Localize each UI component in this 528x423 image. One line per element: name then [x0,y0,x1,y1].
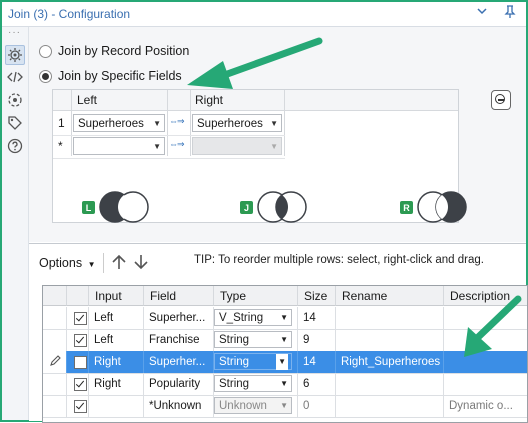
field-cell: Franchise [144,329,214,351]
field-column-header[interactable]: Field [144,286,214,306]
input-cell [89,395,144,417]
options-label: Options [39,256,83,270]
description-cell[interactable] [444,373,527,395]
right-unjoined-output[interactable]: R [399,190,471,227]
record-position-radio[interactable] [39,44,52,58]
join-configuration-panel: Join by Record Position Join by Specific… [29,27,526,242]
join-grid-right-header: Right [195,93,224,107]
dropdown-caret-icon: ▼ [153,142,161,151]
join-row-new: * [58,139,63,153]
rename-cell[interactable] [336,373,444,395]
include-checkbox[interactable] [74,400,87,413]
dropdown-caret-icon: ▼ [280,401,288,410]
include-checkbox[interactable] [74,378,87,391]
left-unjoined-output[interactable]: L [81,190,153,227]
table-row[interactable]: Right Popularity String ▼ 6 [43,373,527,396]
reorder-tip: TIP: To reorder multiple rows: select, r… [194,254,484,266]
type-select[interactable]: V_String ▼ [214,309,292,326]
type-select[interactable]: String ▼ [214,353,292,370]
size-cell[interactable]: 9 [298,329,336,351]
help-icon[interactable] [6,137,24,155]
annotation-arrow-icon [187,37,323,89]
dropdown-caret-icon: ▼ [270,119,278,128]
input-cell: Left [89,307,144,329]
size-cell[interactable]: 6 [298,373,336,395]
size-cell[interactable]: 14 [298,307,336,329]
specific-fields-option[interactable]: Join by Specific Fields [39,69,182,83]
dropdown-caret-icon: ▼ [280,379,288,388]
record-position-option[interactable]: Join by Record Position [39,44,189,58]
move-up-icon[interactable] [111,253,127,274]
type-select[interactable]: String ▼ [214,375,292,392]
right-field-select[interactable]: Superheroes ▼ [192,114,282,132]
title-bar: Join (3) - Configuration [2,2,526,27]
code-icon[interactable] [6,68,24,86]
sidebar: ··· [2,27,29,420]
field-cell: *Unknown [144,395,214,417]
dropdown-caret-icon: ▼ [153,119,161,128]
input-cell: Right [89,351,144,373]
size-cell[interactable]: 14 [298,351,336,373]
left-output-letter: L [86,203,92,213]
checkbox-header [67,286,89,306]
specific-fields-label: Join by Specific Fields [58,69,182,83]
dropdown-caret-icon: ▼ [87,260,96,269]
join-grid-left-header: Left [77,93,98,107]
options-menu-button[interactable]: Options ▼ [39,256,96,270]
chevron-down-icon[interactable] [474,5,490,21]
right-output-letter: R [403,203,410,213]
input-cell: Left [89,329,144,351]
left-field-select[interactable]: Superheroes ▼ [73,114,165,132]
type-select[interactable]: Unknown ▼ [214,397,292,414]
rename-column-header[interactable]: Rename [336,286,444,306]
pin-icon[interactable] [502,5,518,21]
edit-pencil-icon [48,354,62,373]
field-cell: Superher... [144,351,214,373]
include-checkbox[interactable] [74,312,87,325]
join-output[interactable]: J [239,190,311,227]
specific-fields-radio[interactable] [39,69,52,83]
join-fields-grid: Left Right 1 Superheroes ▼ ⇔⇒ Superheroe… [52,89,467,223]
right-field-select-new: ▼ [192,137,282,155]
left-field-value: Superheroes [78,118,144,130]
input-cell: Right [89,373,144,395]
swap-arrows-icon[interactable]: ⇔⇒ [169,139,185,150]
join-output-letter: J [244,203,249,213]
move-down-icon[interactable] [133,253,149,274]
description-cell[interactable]: Dynamic o... [444,395,527,417]
window-title: Join (3) - Configuration [8,7,131,21]
field-cell: Popularity [144,373,214,395]
type-column-header[interactable]: Type [214,286,298,306]
record-position-label: Join by Record Position [58,44,190,58]
rename-cell[interactable] [336,329,444,351]
include-checkbox[interactable] [74,356,87,369]
rename-cell[interactable] [336,307,444,329]
field-cell: Superher... [144,307,214,329]
table-row[interactable]: *Unknown Unknown ▼ 0 Dynamic o... [43,395,527,418]
annotation-arrow-icon [464,295,522,357]
size-cell[interactable]: 0 [298,395,336,417]
size-column-header[interactable]: Size [298,286,336,306]
configuration-window: Join (3) - Configuration ··· Join by Rec… [0,0,528,423]
type-select[interactable]: String ▼ [214,331,292,348]
select-fields-panel: Options ▼ TIP: To reorder multiple rows:… [29,243,528,423]
dropdown-caret-icon: ▼ [270,142,278,151]
dropdown-caret-icon: ▼ [276,354,288,370]
gear-icon[interactable] [5,45,25,65]
input-column-header[interactable]: Input [89,286,144,306]
row-indicator-header [43,286,67,306]
include-checkbox[interactable] [74,334,87,347]
dropdown-caret-icon: ▼ [280,335,288,344]
tag-icon[interactable] [6,114,24,132]
remove-row-button[interactable] [491,90,511,110]
right-field-value: Superheroes [197,118,263,130]
join-row-number: 1 [58,116,65,130]
dropdown-caret-icon: ▼ [280,313,288,322]
left-field-select-new[interactable]: ▼ [73,137,165,155]
more-dots-icon[interactable]: ··· [8,27,21,38]
annotation-icon[interactable] [6,91,24,109]
swap-arrows-icon[interactable]: ⇔⇒ [169,116,185,127]
rename-cell[interactable] [336,395,444,417]
rename-cell[interactable]: Right_Superheroes [336,351,444,373]
